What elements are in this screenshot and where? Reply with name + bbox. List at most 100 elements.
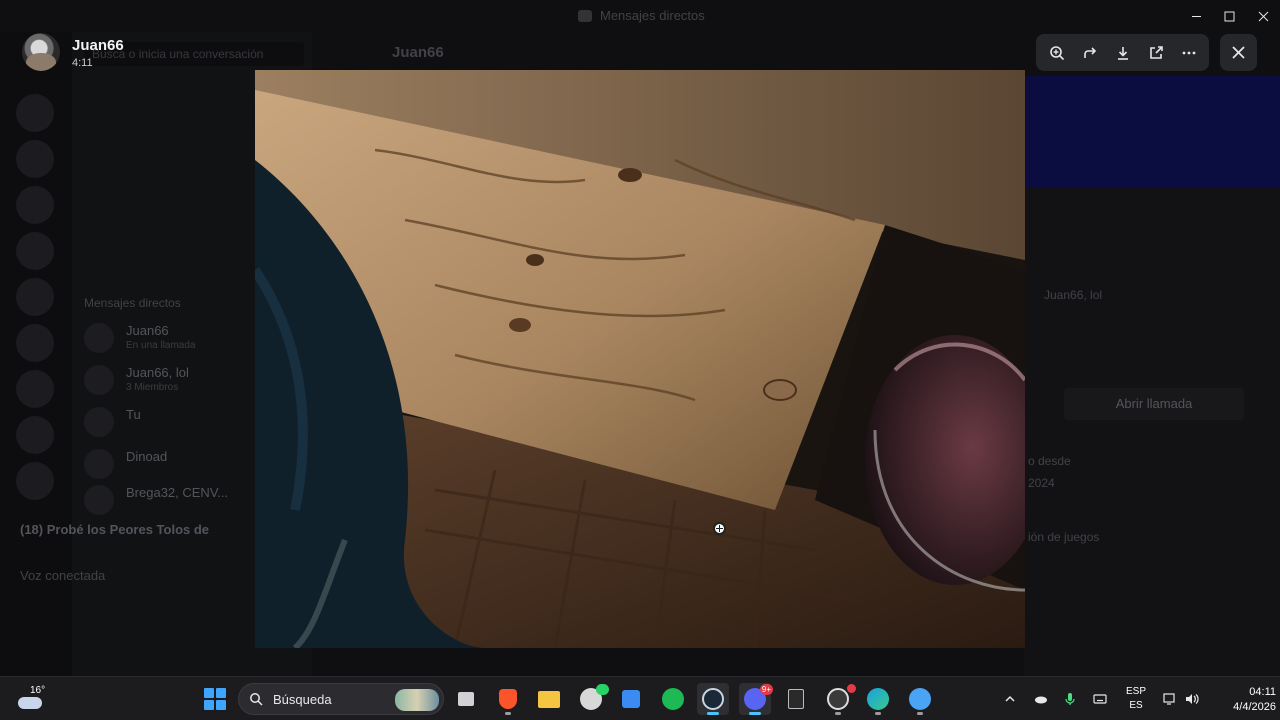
- server-icon[interactable]: [16, 186, 54, 224]
- more-options-button[interactable]: [1174, 38, 1204, 68]
- notification-badge: [596, 684, 609, 695]
- forward-button[interactable]: [1075, 38, 1105, 68]
- voice-status: Voz conectada: [20, 568, 106, 583]
- taskbar-app-messenger[interactable]: [575, 683, 609, 715]
- avatar: [84, 485, 114, 515]
- search-label: Búsqueda: [273, 692, 332, 707]
- cloud-icon: [1035, 696, 1047, 704]
- message-time: 4:11: [72, 57, 93, 69]
- windows-logo-icon: [204, 688, 214, 698]
- server-icon[interactable]: [16, 278, 54, 316]
- touch-keyboard-tray[interactable]: [1090, 677, 1110, 720]
- edge-icon: [867, 688, 889, 710]
- dm-name: Dinoad: [126, 449, 168, 464]
- server-icon[interactable]: [16, 232, 54, 270]
- taskbar-app-edge[interactable]: [862, 683, 894, 715]
- zoom-in-button[interactable]: [1042, 38, 1072, 68]
- avatar: [22, 33, 60, 71]
- task-view-button[interactable]: [450, 683, 482, 715]
- open-call-button[interactable]: Abrir llamada: [1064, 388, 1244, 420]
- network-tray[interactable]: [1160, 677, 1180, 720]
- obs-icon: [827, 688, 849, 710]
- dm-name: Juan66: [126, 323, 169, 338]
- microphone-tray[interactable]: [1060, 677, 1080, 720]
- weather-temperature: 16°: [30, 685, 46, 696]
- avatar: [84, 449, 114, 479]
- input-language[interactable]: ESP ES: [1122, 685, 1150, 713]
- viewer-author: Juan66 4:11: [22, 33, 222, 73]
- weather-widget[interactable]: 16°: [16, 683, 56, 715]
- show-hidden-icons-button[interactable]: [1000, 677, 1020, 720]
- taskbar-app-spotify[interactable]: [657, 683, 689, 715]
- spotify-icon: [662, 688, 684, 710]
- clock-time: 04:11: [1249, 686, 1276, 698]
- taskbar-app-brave[interactable]: [492, 683, 524, 715]
- attachment-image[interactable]: [255, 70, 1025, 648]
- store-icon: [622, 690, 640, 708]
- keyboard-layout-code: ES: [1129, 700, 1143, 711]
- search-highlight-image: [395, 689, 439, 711]
- taskbar-search[interactable]: Búsqueda: [238, 683, 444, 715]
- avatar: [84, 323, 114, 353]
- profile-panel: Juan66, lol Abrir llamada o desde 2024 i…: [1024, 188, 1280, 676]
- taskbar: 16° Búsqueda 9+ ESP ES 04:11 4/4/2026: [0, 676, 1280, 720]
- author-name: Juan66: [72, 37, 124, 54]
- avatar: [84, 365, 114, 395]
- system-clock[interactable]: 04:11 4/4/2026: [1198, 685, 1276, 715]
- windows-logo-icon: [204, 700, 214, 710]
- maximize-button[interactable]: [1213, 0, 1246, 32]
- running-indicator: [749, 712, 761, 715]
- chevron-up-icon: [1005, 695, 1015, 702]
- discord-unread-badge: 9+: [759, 684, 773, 695]
- taskbar-app-obs[interactable]: [822, 683, 856, 715]
- taskbar-app-microsoft-store[interactable]: [615, 683, 647, 715]
- server-icon[interactable]: [16, 324, 54, 362]
- server-icon[interactable]: [16, 416, 54, 454]
- screen: Mensajes directos Busca o inicia una con…: [0, 0, 1280, 720]
- taskbar-app-discord[interactable]: 9+: [739, 683, 773, 715]
- server-icon[interactable]: [16, 462, 54, 500]
- avatar: [84, 407, 114, 437]
- games-label: ión de juegos: [1028, 530, 1100, 544]
- windows-logo-icon: [216, 688, 226, 698]
- server-icon[interactable]: [16, 140, 54, 178]
- open-in-browser-button[interactable]: [1141, 38, 1171, 68]
- microphone-icon: [1065, 693, 1075, 705]
- taskbar-app-epic-games[interactable]: [780, 683, 812, 715]
- minimize-button[interactable]: [1180, 0, 1213, 32]
- minimize-icon: [1192, 15, 1202, 17]
- close-viewer-button[interactable]: [1220, 34, 1257, 71]
- cloud-icon: [18, 697, 42, 709]
- viewer-toolbar: [1036, 34, 1209, 71]
- profile-group-line: Juan66, lol: [1044, 288, 1103, 302]
- search-icon: [250, 693, 263, 706]
- chat-header-name: Juan66: [392, 44, 444, 61]
- window-close-button[interactable]: [1247, 0, 1280, 32]
- taskbar-app-steam[interactable]: [697, 683, 729, 715]
- download-button[interactable]: [1108, 38, 1138, 68]
- keyboard-icon: [1093, 694, 1107, 704]
- language-code: ESP: [1125, 686, 1146, 697]
- onedrive-tray[interactable]: [1030, 677, 1052, 720]
- window-title: Mensajes directos: [600, 8, 705, 23]
- start-button[interactable]: [204, 688, 226, 710]
- clock-date: 4/4/2026: [1233, 701, 1276, 713]
- close-icon: [1258, 11, 1269, 21]
- task-view-icon: [458, 692, 474, 706]
- running-indicator: [505, 712, 511, 715]
- brave-icon: [499, 689, 517, 709]
- server-icon[interactable]: [16, 94, 54, 132]
- running-indicator: [707, 712, 719, 715]
- dm-subtitle: En una llamada: [126, 340, 196, 351]
- maximize-icon: [1224, 11, 1235, 21]
- cursor-icon: [713, 522, 726, 535]
- external-link-icon: [1149, 45, 1163, 59]
- server-icon[interactable]: [16, 370, 54, 408]
- close-icon: [1232, 46, 1245, 59]
- download-icon: [1117, 46, 1128, 60]
- taskbar-app-file-explorer[interactable]: [533, 683, 565, 715]
- dm-name: Tu: [126, 407, 141, 422]
- more-horizontal-icon: [1182, 51, 1195, 54]
- taskbar-app-webcam[interactable]: [904, 683, 936, 715]
- epic-games-icon: [788, 689, 804, 709]
